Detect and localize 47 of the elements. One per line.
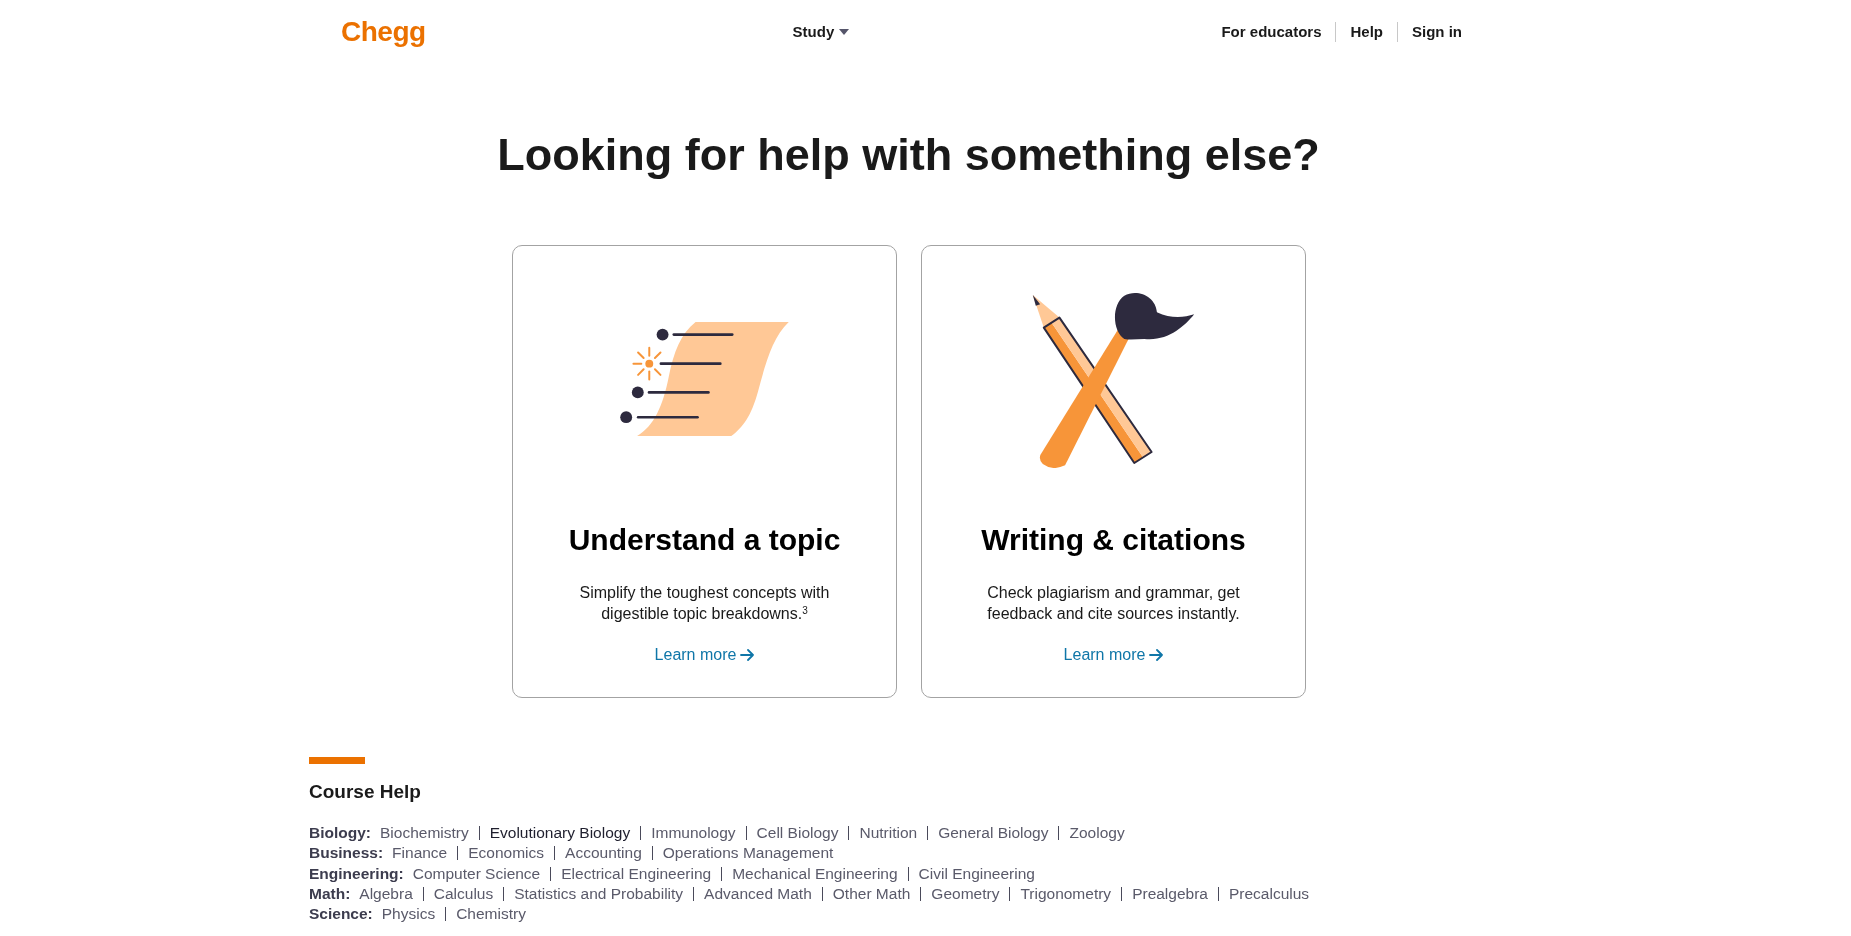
card-description: Check plagiarism and grammar, get feedback and cite sources instantly. <box>986 583 1241 624</box>
nav-link[interactable]: Sign in <box>1412 20 1462 44</box>
subject-link[interactable]: Electrical Engineering <box>561 863 712 884</box>
subject-link[interactable]: Physics <box>381 904 436 925</box>
subject-link[interactable]: Zoology <box>1069 823 1125 844</box>
subject-link[interactable]: General Biology <box>938 823 1049 844</box>
subject-link[interactable]: Computer Science <box>412 863 541 884</box>
card-description: Simplify the toughest concepts with digestible topic breakdowns.$^{3}$ <box>578 583 831 624</box>
subject-link[interactable]: Operations Management <box>662 843 834 864</box>
subject-link[interactable]: Advanced Math <box>704 883 812 905</box>
learn-more-link[interactable]: Learn more <box>654 644 755 666</box>
page-heading: Looking for help with something else? <box>496 130 1321 180</box>
subject-link[interactable]: Nutrition <box>859 823 918 844</box>
category-label: Biology: <box>309 823 371 843</box>
subject-link[interactable]: Calculus <box>433 883 494 905</box>
category-label: Math: <box>309 883 351 904</box>
subject-link[interactable]: Mechanical Engineering <box>732 863 898 884</box>
subject-link[interactable]: Biochemistry <box>380 823 469 844</box>
category-label: Business: <box>309 843 384 864</box>
caret-down-icon <box>839 29 850 35</box>
subject-link[interactable]: Geometry <box>931 883 1000 905</box>
section-title: Course Help <box>309 780 422 804</box>
subject-link[interactable]: Trigonometry <box>1020 883 1112 905</box>
subject-link[interactable]: Civil Engineering <box>918 863 1035 884</box>
nav-link[interactable]: Help <box>1350 20 1383 44</box>
subject-link[interactable]: Chemistry <box>456 904 526 925</box>
card-title: Writing & citations <box>981 522 1246 558</box>
arrow-right-icon <box>740 649 755 661</box>
subject-link[interactable]: Prealgebra <box>1132 883 1208 905</box>
subject-link[interactable]: Evolutionary Biology <box>489 823 631 844</box>
subject-link[interactable]: Cell Biology <box>756 823 839 844</box>
study-menu-button[interactable]: Study <box>792 20 850 44</box>
subject-link[interactable]: Immunology <box>651 823 736 844</box>
nav-link[interactable]: For educators <box>1221 20 1322 44</box>
subject-link[interactable]: Precalculus <box>1228 883 1310 905</box>
arrow-right-icon <box>1149 649 1164 661</box>
card-title: Understand a topic <box>568 522 841 558</box>
subject-link[interactable]: Accounting <box>565 843 642 864</box>
subject-link[interactable]: Statistics and Probability <box>514 883 684 905</box>
category-label: Engineering: <box>309 863 404 884</box>
accent-bar <box>309 757 365 764</box>
category-label: Science: <box>309 904 373 925</box>
subject-link[interactable]: Finance <box>392 843 448 864</box>
subject-link[interactable]: Other Math <box>832 883 911 905</box>
subject-link[interactable]: Economics <box>468 843 545 864</box>
learn-more-link[interactable]: Learn more <box>1063 644 1164 666</box>
subject-link[interactable]: Algebra <box>359 883 413 905</box>
